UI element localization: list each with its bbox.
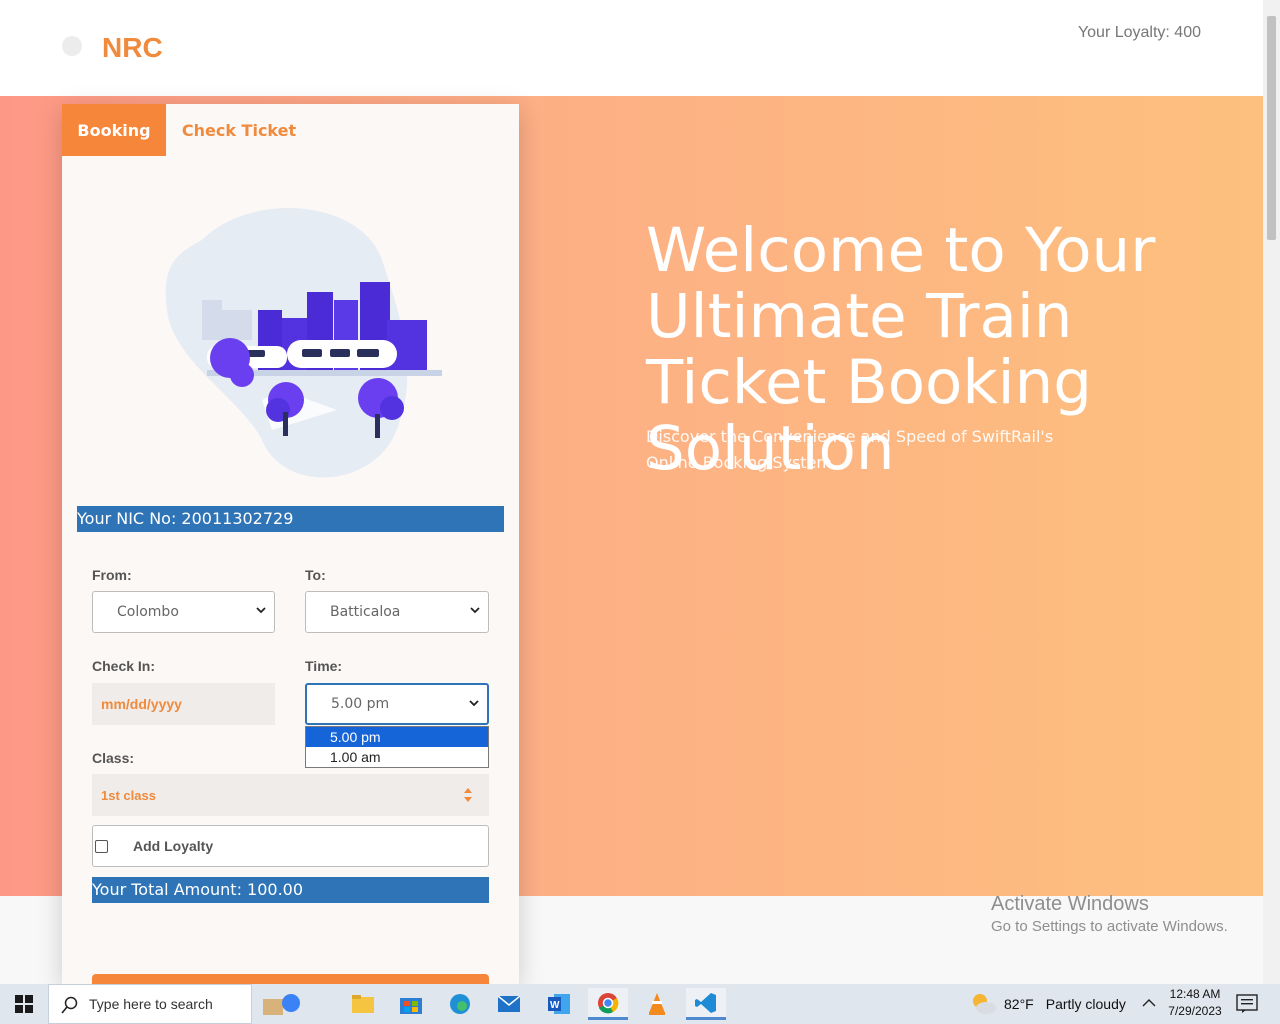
time-option[interactable]: 5.00 pm — [306, 727, 488, 747]
time-select[interactable]: 5.00 pm — [305, 683, 489, 725]
weather-widget[interactable]: 82°F Partly cloudy — [970, 984, 1126, 1024]
top-navbar: NRC Your Loyalty: 400 — [0, 0, 1263, 96]
widgets-icon[interactable] — [256, 988, 308, 1020]
chrome-icon[interactable] — [588, 988, 628, 1020]
total-amount-bar: Your Total Amount: 100.00 — [92, 877, 489, 903]
to-select-value: Batticaloa — [330, 604, 401, 620]
add-loyalty-checkbox[interactable] — [95, 840, 108, 853]
submit-button[interactable] — [92, 974, 489, 984]
taskbar-search-box[interactable]: Type here to search — [48, 984, 252, 1024]
chevron-down-icon — [470, 607, 480, 614]
nic-number-bar: Your NIC No: 20011302729 — [77, 506, 504, 532]
word-icon[interactable]: W — [539, 988, 579, 1020]
loyalty-points: Your Loyalty: 400 — [1077, 24, 1201, 41]
time-dropdown-list[interactable]: 5.00 pm 1.00 am — [305, 726, 489, 768]
brand-logo-text[interactable]: NRC — [102, 32, 163, 64]
vlc-icon[interactable] — [637, 988, 677, 1020]
hero-subtitle: Discover the Convenience and Speed of Sw… — [646, 427, 1054, 472]
class-label: Class: — [92, 750, 135, 766]
watermark-title: Activate Windows — [991, 893, 1149, 915]
chevron-down-icon — [256, 607, 266, 614]
add-loyalty-field[interactable]: Add Loyalty — [92, 825, 489, 867]
svg-text:W: W — [550, 1000, 560, 1011]
class-select[interactable]: 1st class — [92, 774, 489, 816]
time-label: Time: — [305, 658, 343, 674]
weather-temperature: 82°F — [1004, 996, 1034, 1012]
tab-booking[interactable]: Booking — [62, 104, 166, 156]
vscode-icon[interactable] — [686, 988, 726, 1020]
clock-date: 7/29/2023 — [1168, 1004, 1222, 1018]
search-icon — [61, 996, 78, 1014]
search-placeholder: Type here to search — [89, 996, 213, 1012]
weather-description: Partly cloudy — [1045, 996, 1126, 1012]
notification-center-icon[interactable] — [1236, 994, 1258, 1014]
check-in-label: Check In: — [92, 658, 156, 674]
scrollbar-thumb[interactable] — [1267, 16, 1276, 240]
start-button[interactable] — [0, 984, 48, 1024]
activate-windows-watermark: Activate Windows Go to Settings to activ… — [991, 893, 1228, 935]
mail-icon[interactable] — [489, 988, 529, 1020]
to-select[interactable]: Batticaloa — [305, 591, 489, 633]
from-select[interactable]: Colombo — [92, 591, 275, 633]
clock-time: 12:48 AM — [1169, 987, 1221, 1001]
from-select-value: Colombo — [117, 604, 179, 620]
chevron-down-icon — [469, 700, 479, 707]
file-explorer-icon[interactable] — [343, 988, 383, 1020]
taskbar-clock[interactable]: 12:48 AM 7/29/2023 — [1162, 986, 1228, 1020]
chevron-up-icon[interactable] — [1142, 998, 1156, 1008]
windows-logo-icon — [15, 995, 33, 1013]
sort-arrows-icon — [464, 788, 472, 802]
train-city-illustration — [165, 207, 442, 478]
class-select-value: 1st class — [101, 787, 156, 803]
booking-card: Booking Check Ticket Your NIC No: 200113… — [62, 104, 519, 984]
watermark-subtitle: Go to Settings to activate Windows. — [991, 918, 1228, 935]
windows-taskbar: Type here to search W 82°F Partly cloudy… — [0, 984, 1280, 1024]
add-loyalty-label: Add Loyalty — [133, 838, 214, 854]
from-label: From: — [92, 567, 132, 583]
page-scrollbar[interactable] — [1263, 0, 1280, 984]
logo-icon — [62, 36, 82, 56]
microsoft-store-icon[interactable] — [391, 988, 431, 1020]
edge-browser-icon[interactable] — [440, 988, 480, 1020]
tab-check-ticket[interactable]: Check Ticket — [166, 104, 312, 156]
check-in-date-input[interactable]: mm/dd/yyyy — [92, 683, 275, 725]
to-label: To: — [305, 567, 326, 583]
time-option[interactable]: 1.00 am — [306, 747, 488, 767]
partly-cloudy-icon — [973, 994, 996, 1014]
time-select-value: 5.00 pm — [331, 696, 390, 712]
